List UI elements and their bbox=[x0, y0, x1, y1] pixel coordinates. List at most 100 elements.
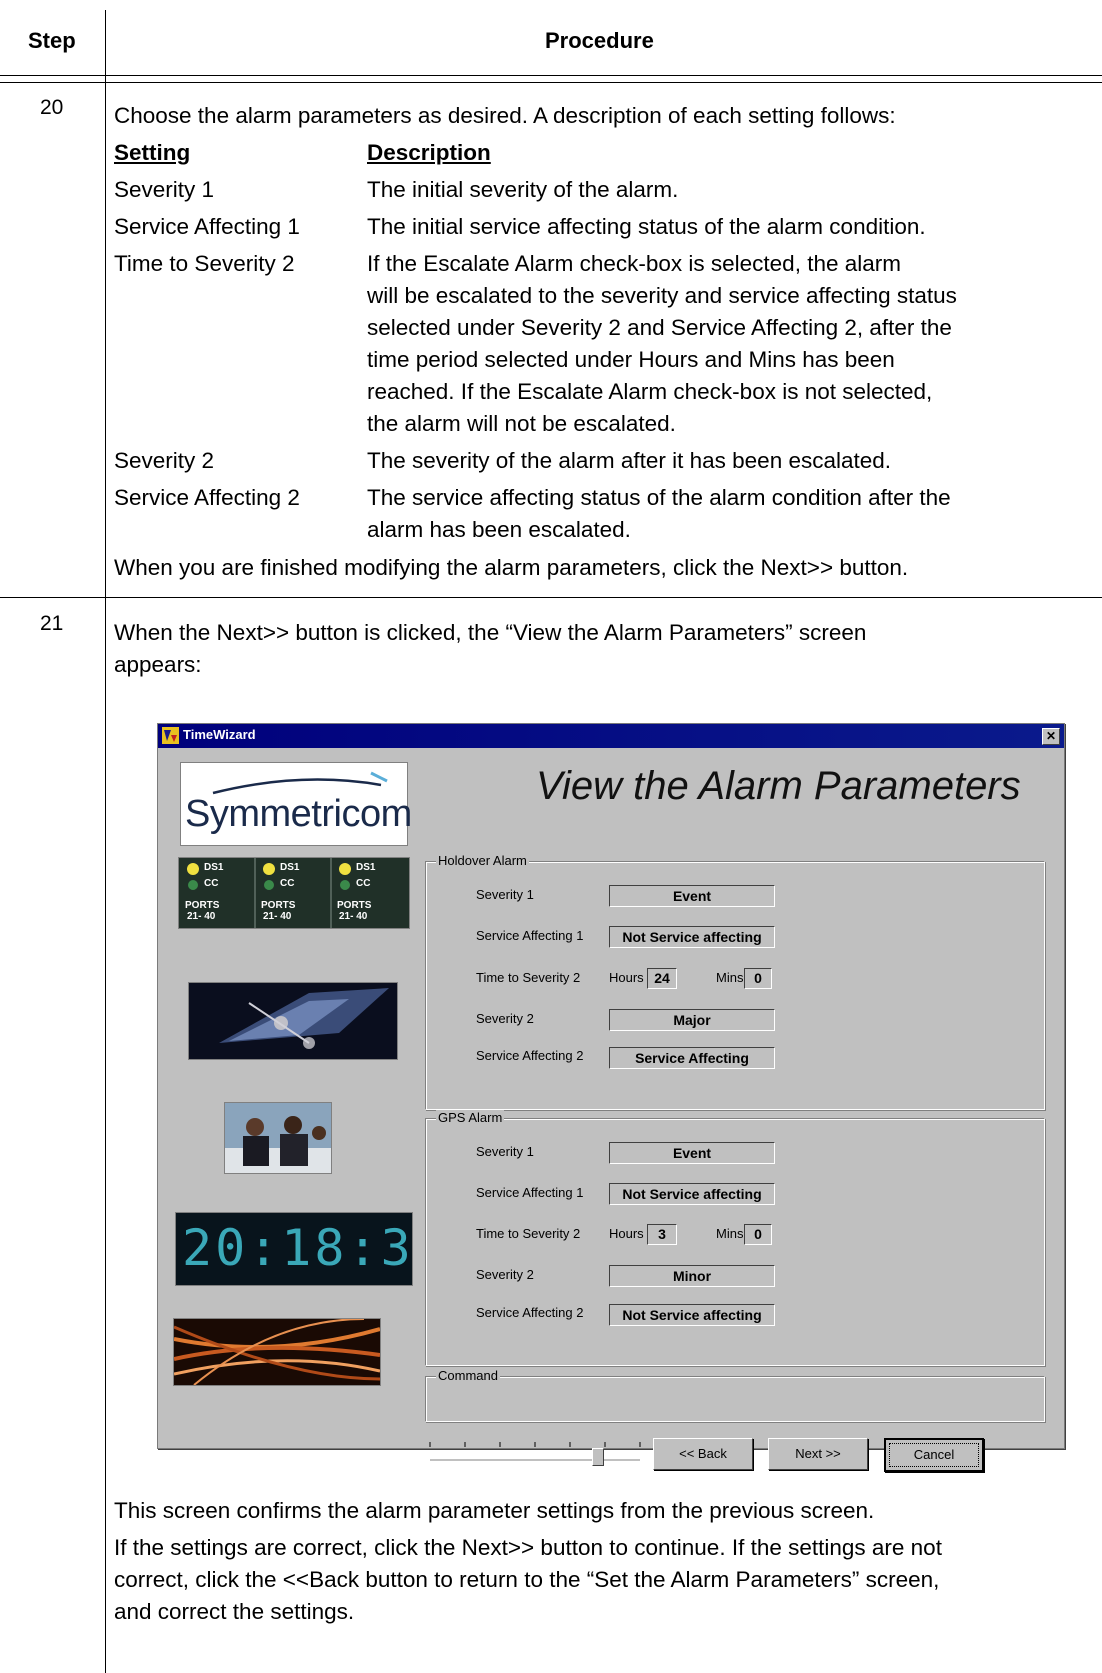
digital-clock-image: 20:18:3 bbox=[175, 1212, 413, 1286]
service-affecting2-label: Service Affecting 2 bbox=[476, 1305, 584, 1320]
severity2-label: Severity 2 bbox=[476, 1011, 534, 1026]
holdover-alarm-group: Holdover Alarm Severity 1 Event Service … bbox=[425, 853, 1045, 1110]
setting-description: The initial severity of the alarm. bbox=[367, 177, 679, 202]
setting-label: Severity 1 bbox=[114, 177, 215, 202]
header-procedure: Procedure bbox=[545, 28, 654, 53]
cc-label: CC bbox=[356, 878, 371, 889]
description-column-header: Description bbox=[367, 140, 491, 165]
page-title: View the Alarm Parameters bbox=[536, 764, 1021, 808]
timewizard-app-icon bbox=[162, 727, 179, 744]
service-affecting1-label: Service Affecting 1 bbox=[476, 928, 584, 943]
time-to-severity2-label: Time to Severity 2 bbox=[476, 1226, 581, 1241]
cc-label: CC bbox=[204, 878, 219, 889]
title-bar: TimeWizard ✕ bbox=[158, 724, 1064, 748]
command-legend: Command bbox=[436, 1368, 500, 1383]
progress-track bbox=[429, 1442, 641, 1462]
wizard-progress-slider[interactable] bbox=[428, 1436, 644, 1466]
header-rule-bottom bbox=[0, 82, 1102, 83]
cc-label: CC bbox=[280, 878, 295, 889]
logo-swoosh bbox=[212, 771, 388, 795]
step21-after-line: and correct the settings. bbox=[114, 1599, 355, 1624]
header-step: Step bbox=[28, 28, 76, 53]
step21-confirm-text: This screen confirms the alarm parameter… bbox=[114, 1498, 875, 1523]
holdover-service2-value: Service Affecting bbox=[609, 1047, 775, 1069]
holdover-service1-value: Not Service affecting bbox=[609, 926, 775, 948]
ports-label: PORTS bbox=[185, 900, 220, 911]
step21-after-line: correct, click the <<Back button to retu… bbox=[114, 1567, 940, 1592]
ports-range-label: 21- 40 bbox=[339, 911, 368, 922]
clock-display: 20:18:3 bbox=[182, 1219, 414, 1277]
ds1-label: DS1 bbox=[204, 862, 224, 873]
step-number-21: 21 bbox=[40, 612, 64, 635]
satellite-image bbox=[188, 982, 398, 1060]
setting-label: Severity 2 bbox=[114, 448, 215, 473]
setting-description: will be escalated to the severity and se… bbox=[367, 283, 957, 308]
gps-severity1-value: Event bbox=[609, 1142, 775, 1164]
mins-label: Mins bbox=[716, 970, 744, 985]
back-button[interactable]: << Back bbox=[653, 1438, 753, 1470]
time-to-severity2-label: Time to Severity 2 bbox=[476, 970, 581, 985]
setting-description: The severity of the alarm after it has b… bbox=[367, 448, 892, 473]
logo-wordmark: Symmetricom bbox=[185, 793, 412, 835]
setting-description: If the Escalate Alarm check-box is selec… bbox=[367, 251, 901, 276]
gps-mins-value: 0 bbox=[744, 1224, 772, 1245]
gps-severity2-value: Minor bbox=[609, 1265, 775, 1287]
holdover-alarm-legend: Holdover Alarm bbox=[436, 853, 529, 868]
setting-description: The initial service affecting status of … bbox=[367, 214, 926, 239]
setting-column-header: Setting bbox=[114, 140, 191, 165]
hours-label: Hours bbox=[609, 1226, 644, 1241]
gps-service1-value: Not Service affecting bbox=[609, 1183, 775, 1205]
gps-alarm-group: GPS Alarm Severity 1 Event Service Affec… bbox=[425, 1110, 1045, 1366]
row-divider bbox=[0, 597, 1102, 598]
cancel-button[interactable]: Cancel bbox=[884, 1438, 984, 1472]
ds1-label: DS1 bbox=[356, 862, 376, 873]
next-button[interactable]: Next >> bbox=[768, 1438, 868, 1470]
setting-label: Service Affecting 2 bbox=[114, 485, 300, 510]
severity1-label: Severity 1 bbox=[476, 887, 534, 902]
ports-range-label: 21- 40 bbox=[263, 911, 292, 922]
setting-description: The service affecting status of the alar… bbox=[367, 485, 951, 510]
step20-outro: When you are finished modifying the alar… bbox=[114, 555, 909, 580]
slider-thumb[interactable] bbox=[592, 1448, 604, 1466]
business-people-graphic bbox=[225, 1103, 331, 1173]
command-group: Command bbox=[425, 1368, 1045, 1422]
setting-description: the alarm will not be escalated. bbox=[367, 411, 676, 436]
ds1-label: DS1 bbox=[280, 862, 300, 873]
step20-intro: Choose the alarm parameters as desired. … bbox=[114, 103, 896, 128]
column-divider bbox=[105, 10, 106, 1673]
close-icon[interactable]: ✕ bbox=[1042, 728, 1060, 745]
step21-intro-line: When the Next>> button is clicked, the “… bbox=[114, 620, 867, 645]
service-affecting1-label: Service Affecting 1 bbox=[476, 1185, 584, 1200]
ports-label: PORTS bbox=[337, 900, 372, 911]
setting-description: reached. If the Escalate Alarm check-box… bbox=[367, 379, 933, 404]
step-number-20: 20 bbox=[40, 96, 64, 119]
gps-alarm-legend: GPS Alarm bbox=[436, 1110, 505, 1125]
symmetricom-logo: Symmetricom bbox=[180, 762, 412, 846]
timewizard-window: TimeWizard ✕ Symmetricom DS1 DS1 DS1 CC … bbox=[157, 723, 1065, 1472]
mins-label: Mins bbox=[716, 1226, 744, 1241]
setting-label: Service Affecting 1 bbox=[114, 214, 300, 239]
holdover-severity2-value: Major bbox=[609, 1009, 775, 1031]
holdover-hours-value: 24 bbox=[647, 968, 677, 989]
holdover-mins-value: 0 bbox=[744, 968, 772, 989]
equipment-panel-image: DS1 DS1 DS1 CC CC CC PORTS PORTS PORTS 2… bbox=[178, 857, 410, 929]
ports-label: PORTS bbox=[261, 900, 296, 911]
header-rule-top bbox=[0, 75, 1102, 76]
setting-description: selected under Severity 2 and Service Af… bbox=[367, 315, 952, 340]
setting-description: alarm has been escalated. bbox=[367, 517, 631, 542]
severity1-label: Severity 1 bbox=[476, 1144, 534, 1159]
satellite-graphic bbox=[189, 983, 397, 1059]
gps-service2-value: Not Service affecting bbox=[609, 1304, 775, 1326]
copper-wires-graphic bbox=[174, 1319, 380, 1385]
gps-hours-value: 3 bbox=[647, 1224, 677, 1245]
step21-after-line: If the settings are correct, click the N… bbox=[114, 1535, 942, 1560]
holdover-severity1-value: Event bbox=[609, 885, 775, 907]
copper-wires-image bbox=[173, 1318, 381, 1386]
ports-range-label: 21- 40 bbox=[187, 911, 216, 922]
service-affecting2-label: Service Affecting 2 bbox=[476, 1048, 584, 1063]
business-people-image bbox=[224, 1102, 332, 1174]
window-title: TimeWizard bbox=[183, 727, 256, 742]
setting-description: time period selected under Hours and Min… bbox=[367, 347, 895, 372]
severity2-label: Severity 2 bbox=[476, 1267, 534, 1282]
cancel-button-label: Cancel bbox=[889, 1443, 979, 1467]
